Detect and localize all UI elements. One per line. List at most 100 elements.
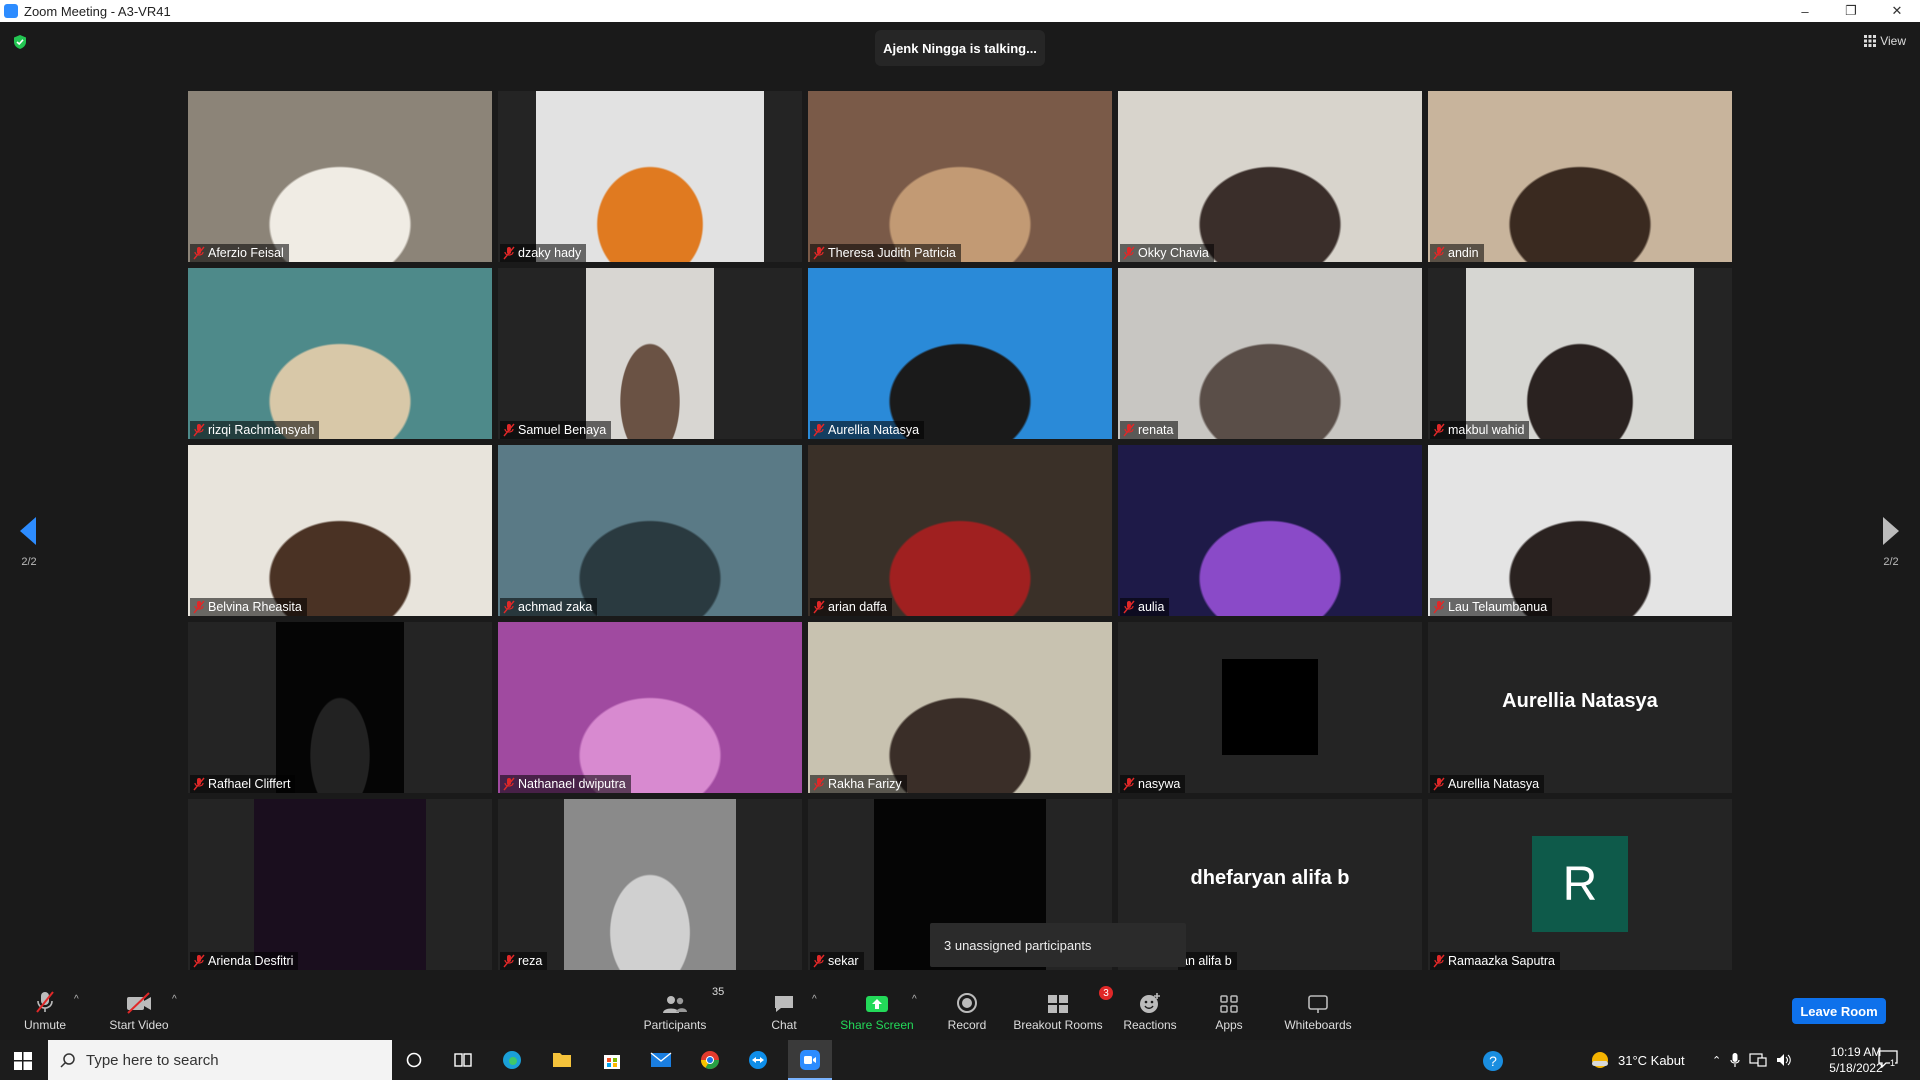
video-tile[interactable]: Rakha Farizy [808, 622, 1112, 793]
video-tile[interactable]: Belvina Rheasita [188, 445, 492, 616]
chat-button[interactable]: Chat [766, 986, 802, 1036]
participant-video [498, 622, 802, 793]
participant-nameplate: an alifa b [1178, 952, 1237, 970]
task-view-icon[interactable] [454, 1052, 472, 1068]
reactions-button[interactable]: Reactions [1122, 986, 1178, 1036]
video-tile[interactable]: makbul wahid [1428, 268, 1732, 439]
microsoft-store-icon[interactable] [602, 1050, 622, 1070]
video-options-chevron-icon[interactable]: ^ [172, 994, 177, 1005]
whiteboards-button[interactable]: Whiteboards [1282, 986, 1354, 1036]
tray-chevron-icon[interactable]: ⌃ [1712, 1054, 1721, 1067]
close-button[interactable]: ✕ [1874, 0, 1920, 22]
muted-mic-icon [1433, 954, 1445, 968]
share-options-chevron-icon[interactable]: ^ [912, 994, 917, 1005]
video-tile[interactable]: Okky Chavia [1118, 91, 1422, 262]
teamviewer-icon[interactable] [748, 1050, 768, 1070]
participant-nameplate: renata [1120, 421, 1179, 439]
video-tile[interactable]: Aurellia Natasya [808, 268, 1112, 439]
participant-name: dzaky hady [518, 246, 582, 260]
participant-name: Belvina Rheasita [208, 600, 302, 614]
video-tile[interactable]: Rafhael Cliffert [188, 622, 492, 793]
network-icon[interactable] [1749, 1053, 1767, 1067]
zoom-icon [800, 1050, 820, 1070]
participant-nameplate: Rafhael Cliffert [190, 775, 296, 793]
file-explorer-icon[interactable] [552, 1050, 572, 1068]
unmute-button[interactable]: Unmute [22, 986, 68, 1036]
minimize-button[interactable]: – [1782, 0, 1828, 22]
video-tile[interactable]: Nathanael dwiputra [498, 622, 802, 793]
audio-options-chevron-icon[interactable]: ^ [74, 994, 79, 1005]
video-tile[interactable]: Aurellia Natasya Aurellia Natasya [1428, 622, 1732, 793]
video-tile[interactable]: aulia [1118, 445, 1422, 616]
video-tile[interactable]: R Ramaazka Saputra [1428, 799, 1732, 970]
video-tile[interactable]: renata [1118, 268, 1422, 439]
security-shield-icon[interactable] [12, 34, 28, 50]
edge-browser-icon[interactable] [502, 1050, 522, 1070]
share-screen-button[interactable]: Share Screen [840, 986, 914, 1036]
clock[interactable]: 10:19 AM 5/18/2022 [1826, 1044, 1886, 1076]
speaker-icon[interactable] [1776, 1053, 1792, 1067]
participant-big-name: Aurellia Natasya [1502, 690, 1658, 712]
apps-button[interactable]: Apps [1212, 986, 1246, 1036]
leave-room-button[interactable]: Leave Room [1792, 998, 1886, 1024]
reactions-smiley-icon [1140, 993, 1160, 1013]
muted-mic-icon [503, 600, 515, 614]
participant-name: arian daffa [828, 600, 887, 614]
chat-options-chevron-icon[interactable]: ^ [812, 994, 817, 1005]
video-tile[interactable]: nasywa [1118, 622, 1422, 793]
participant-nameplate: Ramaazka Saputra [1430, 952, 1561, 970]
participant-big-name: dhefaryan alifa b [1190, 867, 1350, 889]
cortana-icon[interactable] [406, 1052, 422, 1068]
video-tile[interactable]: arian daffa [808, 445, 1112, 616]
participant-name: Okky Chavia [1138, 246, 1209, 260]
notification-center-button[interactable]: 1 [1878, 1050, 1900, 1070]
weather-text: 31°C Kabut [1618, 1052, 1685, 1068]
participant-name: reza [518, 954, 543, 968]
video-off-icon [127, 992, 151, 1014]
participant-nameplate: dzaky hady [500, 244, 587, 262]
breakout-rooms-button[interactable]: 3 Breakout Rooms [1013, 986, 1113, 1036]
share-screen-label: Share Screen [840, 1018, 914, 1032]
notification-count: 1 [1890, 1058, 1896, 1068]
participant-nameplate: Belvina Rheasita [190, 598, 307, 616]
zoom-taskbar-button[interactable] [788, 1040, 832, 1080]
restore-button[interactable]: ❐ [1828, 0, 1874, 22]
video-tile[interactable]: reza [498, 799, 802, 970]
record-button[interactable]: Record [944, 986, 990, 1036]
video-tile[interactable]: Samuel Benaya [498, 268, 802, 439]
video-tile[interactable]: rizqi Rachmansyah [188, 268, 492, 439]
start-video-button[interactable]: Start Video [106, 986, 172, 1036]
weather-widget[interactable]: 31°C Kabut [1590, 1040, 1685, 1080]
video-tile[interactable]: dzaky hady [498, 91, 802, 262]
video-tile[interactable]: Aferzio Feisal [188, 91, 492, 262]
video-tile[interactable]: Theresa Judith Patricia [808, 91, 1112, 262]
participant-name: nasywa [1138, 777, 1181, 791]
video-tile[interactable]: andin [1428, 91, 1732, 262]
participant-nameplate: achmad zaka [500, 598, 598, 616]
next-page-arrow-icon[interactable] [1881, 517, 1901, 545]
view-button[interactable]: View [1864, 34, 1906, 48]
participant-video [808, 622, 1112, 793]
participants-button[interactable]: 35 Participants [640, 986, 725, 1036]
meeting-area: Ajenk Ningga is talking... View 2/2 2/2 … [0, 22, 1920, 980]
video-tile[interactable]: Lau Telaumbanua [1428, 445, 1732, 616]
muted-mic-icon [1123, 423, 1135, 437]
participant-video [808, 445, 1112, 616]
svg-text:?: ? [1489, 1053, 1497, 1069]
chrome-icon[interactable] [700, 1050, 720, 1070]
video-tile[interactable]: Arienda Desfitri [188, 799, 492, 970]
microphone-icon[interactable] [1730, 1052, 1740, 1068]
video-tile[interactable]: achmad zaka [498, 445, 802, 616]
chat-label: Chat [771, 1018, 797, 1032]
chat-bubble-icon [775, 996, 793, 1012]
participant-nameplate: sekar [810, 952, 864, 970]
grid-view-icon [1864, 35, 1877, 47]
windows-start-icon[interactable] [14, 1052, 32, 1070]
previous-page-arrow-icon[interactable] [18, 517, 38, 545]
mail-icon[interactable] [650, 1051, 672, 1069]
participant-nameplate: makbul wahid [1430, 421, 1530, 439]
taskbar-search-placeholder: Type here to search [86, 1051, 219, 1069]
help-icon[interactable]: ? [1482, 1050, 1504, 1072]
muted-mic-icon [813, 246, 825, 260]
taskbar-search-box[interactable]: Type here to search [48, 1040, 392, 1080]
